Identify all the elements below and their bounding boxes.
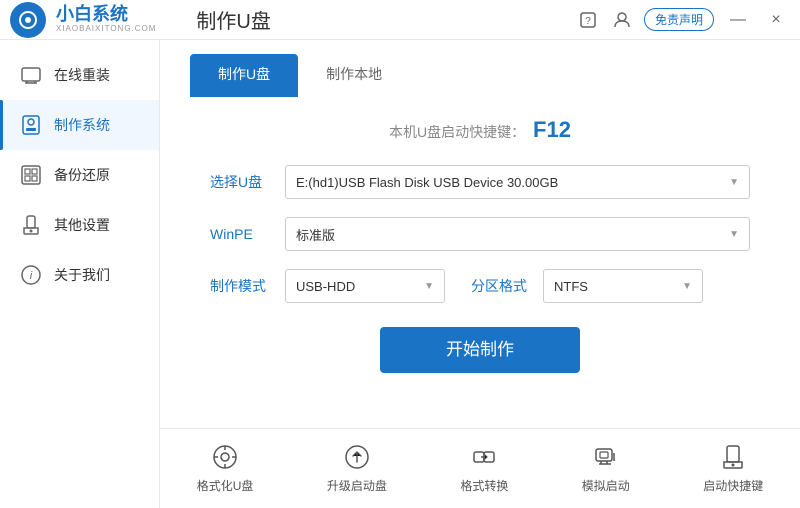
- start-button[interactable]: 开始制作: [380, 327, 580, 373]
- partition-label: 分区格式: [471, 276, 527, 296]
- simulate-boot-label: 模拟启动: [582, 477, 630, 494]
- upgrade-boot-label: 升级启动盘: [327, 477, 387, 494]
- title-bar-left: 小白系统 XIAOBAIXITONG.COM 制作U盘: [10, 2, 271, 38]
- sidebar-item-make-system[interactable]: 制作系统: [0, 100, 159, 150]
- bottom-tool-simulate-boot[interactable]: 模拟启动: [566, 435, 646, 502]
- winpe-select-value: 标准版: [296, 225, 335, 244]
- mode-arrow-icon: ▼: [424, 281, 434, 292]
- form-content: 本机U盘启动快捷键： F12 选择U盘 E:(hd1)USB Flash Dis…: [160, 97, 800, 428]
- winpe-label: WinPE: [210, 226, 285, 242]
- title-bar-right: ? 免责声明 — ×: [576, 6, 790, 34]
- sidebar-item-online-reinstall[interactable]: 在线重装: [0, 50, 159, 100]
- partition-select-value: NTFS: [554, 279, 588, 294]
- svg-text:i: i: [30, 270, 33, 282]
- about-us-icon: i: [20, 264, 42, 286]
- shortcut-key: F12: [533, 117, 571, 142]
- partition-select-box[interactable]: NTFS ▼: [543, 269, 703, 303]
- usb-select-box[interactable]: E:(hd1)USB Flash Disk USB Device 30.00GB…: [285, 165, 750, 199]
- page-header: 制作U盘 制作本地: [160, 40, 800, 97]
- help-icon[interactable]: ?: [576, 8, 600, 32]
- tab-bar: 制作U盘 制作本地: [190, 54, 770, 97]
- mianfei-button[interactable]: 免责声明: [644, 8, 714, 31]
- bottom-tool-boot-shortcut[interactable]: 启动快捷键: [687, 435, 779, 502]
- sidebar-item-other-settings-label: 其他设置: [54, 215, 110, 235]
- content-area: 制作U盘 制作本地 本机U盘启动快捷键： F12 选择U盘 E:(hd1)USB…: [160, 40, 800, 508]
- winpe-select-arrow-icon: ▼: [729, 229, 739, 240]
- tab-make-udisk[interactable]: 制作U盘: [190, 54, 298, 97]
- other-settings-icon: [20, 214, 42, 236]
- logo-text: 小白系统 XIAOBAIXITONG.COM: [56, 5, 156, 34]
- mode-partition-row: 制作模式 USB-HDD ▼ 分区格式 NTFS ▼: [210, 269, 750, 303]
- mode-select-value: USB-HDD: [296, 279, 355, 294]
- format-convert-icon: [470, 443, 498, 471]
- boot-shortcut-icon: [719, 443, 747, 471]
- sidebar-item-other-settings[interactable]: 其他设置: [0, 200, 159, 250]
- usb-label: 选择U盘: [210, 172, 285, 192]
- logo-sub-text: XIAOBAIXITONG.COM: [56, 25, 156, 34]
- tab-make-local[interactable]: 制作本地: [298, 54, 410, 97]
- winpe-select-control: 标准版 ▼: [285, 217, 750, 251]
- minimize-button[interactable]: —: [724, 6, 752, 34]
- usb-select-value: E:(hd1)USB Flash Disk USB Device 30.00GB: [296, 175, 558, 190]
- format-udisk-label: 格式化U盘: [197, 477, 254, 494]
- winpe-select-box[interactable]: 标准版 ▼: [285, 217, 750, 251]
- bottom-tool-upgrade-boot[interactable]: 升级启动盘: [311, 435, 403, 502]
- online-reinstall-icon: [20, 64, 42, 86]
- title-bar: 小白系统 XIAOBAIXITONG.COM 制作U盘 ? 免责声明 — ×: [0, 0, 800, 40]
- simulate-boot-icon: [592, 443, 620, 471]
- mode-label: 制作模式: [210, 276, 285, 296]
- sidebar-item-backup-restore[interactable]: 备份还原: [0, 150, 159, 200]
- sidebar-item-about-us[interactable]: i 关于我们: [0, 250, 159, 300]
- sidebar-item-online-reinstall-label: 在线重装: [54, 65, 110, 85]
- main-layout: 在线重装 制作系统 备份还原 其他设置 i 关于我们: [0, 40, 800, 508]
- format-udisk-icon: [211, 443, 239, 471]
- active-bar: [0, 100, 3, 150]
- format-convert-label: 格式转换: [460, 477, 508, 494]
- user-icon[interactable]: [610, 8, 634, 32]
- logo-icon: [10, 2, 46, 38]
- sidebar: 在线重装 制作系统 备份还原 其他设置 i 关于我们: [0, 40, 160, 508]
- bottom-toolbar: 格式化U盘 升级启动盘: [160, 428, 800, 508]
- bottom-tool-format-udisk[interactable]: 格式化U盘: [181, 435, 270, 502]
- page-title: 制作U盘: [196, 5, 270, 34]
- logo-main-text: 小白系统: [56, 5, 156, 25]
- make-system-icon: [20, 114, 42, 136]
- bottom-tool-format-convert[interactable]: 格式转换: [444, 435, 524, 502]
- sidebar-item-make-system-label: 制作系统: [54, 115, 110, 135]
- usb-select-arrow-icon: ▼: [729, 177, 739, 188]
- partition-arrow-icon: ▼: [682, 281, 692, 292]
- mode-select-box[interactable]: USB-HDD ▼: [285, 269, 445, 303]
- usb-select-control: E:(hd1)USB Flash Disk USB Device 30.00GB…: [285, 165, 750, 199]
- sidebar-item-about-us-label: 关于我们: [54, 265, 110, 285]
- winpe-select-row: WinPE 标准版 ▼: [210, 217, 750, 251]
- usb-select-row: 选择U盘 E:(hd1)USB Flash Disk USB Device 30…: [210, 165, 750, 199]
- sidebar-item-backup-restore-label: 备份还原: [54, 165, 110, 185]
- svg-text:?: ?: [585, 16, 591, 27]
- shortcut-hint: 本机U盘启动快捷键： F12: [210, 117, 750, 143]
- upgrade-boot-icon: [343, 443, 371, 471]
- shortcut-prefix: 本机U盘启动快捷键：: [389, 124, 525, 140]
- backup-restore-icon: [20, 164, 42, 186]
- boot-shortcut-label: 启动快捷键: [703, 477, 763, 494]
- close-button[interactable]: ×: [762, 6, 790, 34]
